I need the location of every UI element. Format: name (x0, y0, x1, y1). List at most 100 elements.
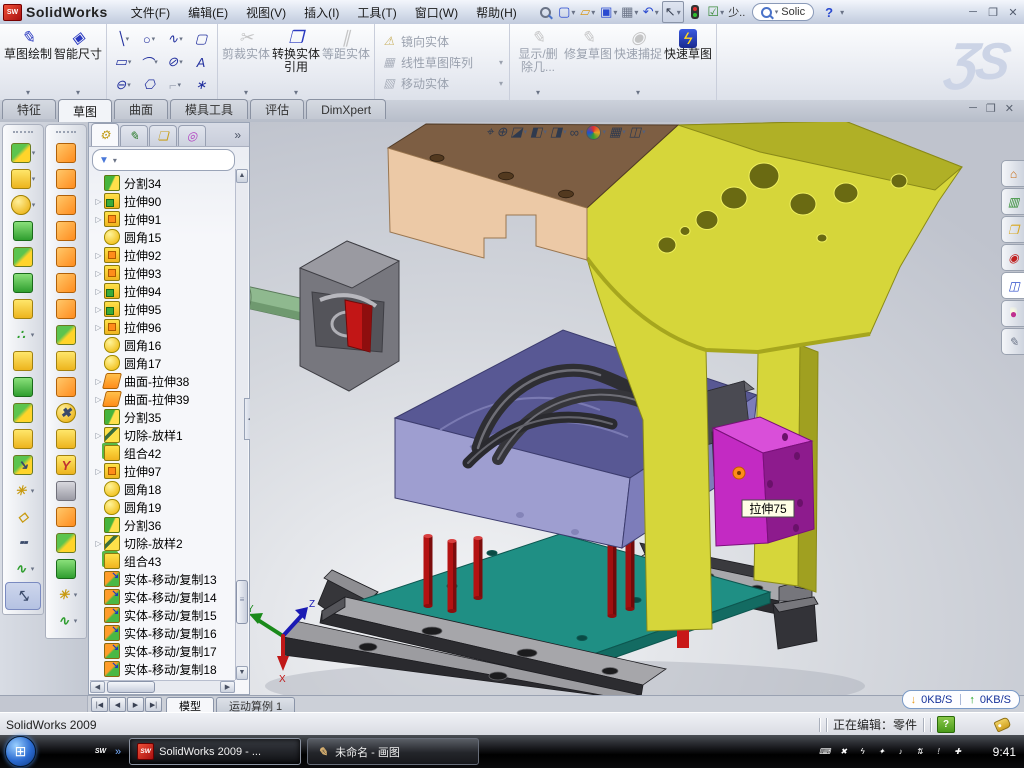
intersect-icon[interactable]: ▾ (3, 426, 43, 452)
tab-dimxpert[interactable]: DimXpert (306, 99, 386, 119)
file-explorer-icon[interactable]: ❒ (1001, 216, 1024, 243)
offset-surface-icon[interactable]: ▾ (46, 348, 86, 374)
tab-nav-arrow[interactable]: ▶ (127, 697, 144, 712)
revolved-surface-icon[interactable]: ▾ (46, 166, 86, 192)
dimxpertmanager-tab[interactable]: ◎ (178, 125, 206, 146)
quicklaunch-messenger-icon[interactable] (44, 743, 61, 760)
sketch-button[interactable]: ✎ 草图绘制 ▾ (3, 26, 53, 98)
tree-filter-box[interactable]: ▼ ▾ (92, 149, 235, 171)
display-style-icon[interactable]: ◨▾ (550, 124, 567, 140)
tab-nav-arrow[interactable]: |◀ (91, 697, 108, 712)
extruded-boss-icon[interactable]: ▾ (3, 140, 43, 166)
tab-nav-arrow[interactable]: ▶| (145, 697, 162, 712)
tree-item[interactable]: ▷ 曲面-拉伸39 (93, 390, 249, 408)
search-box[interactable]: ▾ Solic (752, 3, 814, 21)
line-icon[interactable]: ╲▾ (110, 28, 136, 51)
minimize-button[interactable]: ─ (966, 6, 980, 19)
new-document-icon[interactable]: ▢▾ (557, 2, 577, 22)
tag-icon[interactable] (993, 716, 1011, 732)
swept-surface-icon[interactable]: ▾ (46, 140, 86, 166)
linear-sketch-pattern-button[interactable]: ▦ 线性草图阵列 ▾ (378, 52, 506, 72)
scroll-right-arrow[interactable]: ▶ (220, 681, 235, 693)
update-tray-icon[interactable]: ✦ (875, 745, 889, 759)
curve-tools-icon[interactable]: ∿ ▾ (46, 608, 86, 634)
appearances-icon[interactable]: ● (1001, 300, 1024, 327)
taskbar-clock[interactable]: 9:41 (993, 745, 1016, 759)
reference-axis-icon[interactable]: ╍ ▾ (3, 530, 43, 556)
tree-item[interactable]: ▷ 拉伸95 (93, 300, 249, 318)
tree-item[interactable]: ▷ 圆角15 (93, 228, 249, 246)
tab-mold-tools[interactable]: 模具工具 (170, 99, 248, 119)
view-palette-icon[interactable]: ◫ (1001, 272, 1024, 299)
restore-button[interactable]: ❐ (986, 6, 1000, 19)
expand-arrow-icon[interactable]: ▷ (93, 539, 104, 548)
quicklaunch-ball-icon[interactable] (68, 743, 85, 760)
tree-item[interactable]: ▷ 组合43 (93, 552, 249, 570)
instant3d-icon[interactable]: ⤡ ▾ (5, 582, 41, 610)
sketch-text-icon[interactable]: A▾ (188, 51, 214, 74)
graphics-area[interactable]: 拉伸75 Y Z X ⌖▾⊕▾◪▾◧▾◨▾∞▾▾▦▾◫▾ ⌂▥❒◉◫●✎ (250, 122, 1024, 695)
pattern-icon[interactable]: ∴ ▾ (3, 322, 43, 348)
tree-item[interactable]: ▷ 分割36 (93, 516, 249, 534)
delete-face-icon[interactable]: ✖ ▾ (46, 400, 86, 426)
menu-item[interactable]: 帮助(H) (467, 0, 526, 24)
rib-icon[interactable]: ▾ (3, 244, 43, 270)
ellipse-icon[interactable]: ⊘▾ (162, 51, 188, 74)
open-document-icon[interactable]: ▱▾ (578, 2, 598, 22)
configurationmanager-tab[interactable]: ❏ (149, 125, 177, 146)
lofted-surface-icon[interactable]: ▾ (46, 192, 86, 218)
featuremanager-tab[interactable]: ⚙ (91, 123, 119, 146)
expand-arrow-icon[interactable]: ▷ (93, 467, 104, 476)
menu-item[interactable]: 视图(V) (237, 0, 295, 24)
quick-launch-overflow[interactable]: » (115, 746, 121, 758)
zoom-to-area-icon[interactable]: ⊕▾ (496, 124, 507, 140)
toolbar-overflow-label[interactable]: 少.. (727, 2, 747, 22)
point-icon[interactable]: ∗▾ (188, 74, 214, 97)
fillet-icon[interactable]: ▾ (3, 192, 43, 218)
tab-nav-arrow[interactable]: ◀ (109, 697, 126, 712)
propertymanager-tab[interactable]: ✎ (120, 125, 148, 146)
tree-item[interactable]: ▷ 圆角17 (93, 354, 249, 372)
search-input-value[interactable]: Solic (781, 6, 805, 18)
start-button[interactable]: ⊞ (5, 736, 36, 767)
untrim-surface-icon[interactable]: Y ▾ (46, 452, 86, 478)
tree-item[interactable]: ▷ 拉伸97 (93, 462, 249, 480)
knit-surface-icon[interactable]: ▾ (46, 504, 86, 530)
scroll-left-arrow[interactable]: ◀ (90, 681, 105, 693)
health-tray-icon[interactable]: ✚ (951, 745, 965, 759)
close-button[interactable]: ✕ (1006, 6, 1020, 19)
tree-item[interactable]: ▷ 实体-移动/复制18 (93, 660, 249, 678)
model-view[interactable]: 拉伸75 Y Z X (250, 122, 1024, 695)
select-cursor-icon[interactable]: ↖▾ (662, 1, 684, 23)
menu-item[interactable]: 窗口(W) (406, 0, 467, 24)
convert-entities-button[interactable]: ❒ 转换实体引用 ▾ (271, 26, 321, 98)
polygon-icon[interactable]: ⎔▾ (136, 74, 162, 97)
quick-snaps-button[interactable]: ◉ 快速捕捉 ▾ (613, 26, 663, 98)
extend-surface-icon[interactable]: ▾ (46, 296, 86, 322)
shell-icon[interactable]: ▾ (3, 296, 43, 322)
warning-tray-icon[interactable]: ! (932, 745, 946, 759)
search-icon[interactable]: ◉ (1001, 244, 1024, 271)
resources-home-icon[interactable]: ⌂ (1001, 160, 1024, 187)
messenger-tray-icon[interactable] (970, 745, 984, 759)
scroll-down-arrow[interactable]: ▼ (236, 666, 248, 680)
sketch-fillet-icon[interactable]: ⌐▾ (162, 74, 188, 97)
arc-icon[interactable]: ⌒▾ (136, 51, 162, 74)
tab-evaluate[interactable]: 评估 (250, 99, 304, 119)
design-library-icon[interactable]: ▥ (1001, 188, 1024, 215)
extruded-cut-icon[interactable]: ▾ (3, 166, 43, 192)
thicken-icon[interactable]: ▾ (46, 530, 86, 556)
reference-geometry-icon[interactable]: ✳ ▾ (46, 582, 86, 608)
expand-arrow-icon[interactable]: ▷ (93, 287, 104, 296)
expand-arrow-icon[interactable]: ▷ (93, 323, 104, 332)
tree-item[interactable]: ▷ 切除-放样2 (93, 534, 249, 552)
tree-item[interactable]: ▷ 圆角16 (93, 336, 249, 354)
tree-item[interactable]: ▷ 曲面-拉伸38 (93, 372, 249, 390)
tree-item[interactable]: ▷ 拉伸93 (93, 264, 249, 282)
edit-appearance-icon[interactable]: ▾ (586, 125, 606, 140)
volume-tray-icon[interactable]: ♪ (894, 745, 908, 759)
expand-arrow-icon[interactable]: ▷ (93, 197, 104, 206)
save-icon[interactable]: ▣▾ (599, 2, 619, 22)
scroll-thumb[interactable] (236, 580, 248, 624)
rapid-sketch-button[interactable]: ϟ 快速草图 ▾ (663, 26, 713, 98)
